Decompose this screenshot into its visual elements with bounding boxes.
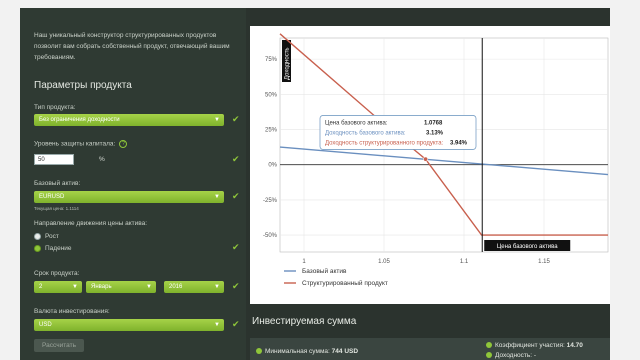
dropdown-arrow-icon: ▼ (72, 284, 78, 290)
term-label: Срок продукта: (34, 270, 80, 277)
currency-label: Валюта инвестирования: (34, 308, 110, 315)
radio-down[interactable]: Падение (34, 245, 72, 252)
y-axis-label: Доходность (285, 47, 291, 80)
protection-input[interactable]: 50 (34, 154, 74, 165)
y-tick-label: 50% (265, 92, 278, 98)
intro-text: Наш уникальный конструктор структурирова… (34, 32, 230, 61)
product-parameters-sidebar: Наш уникальный конструктор структурирова… (20, 8, 246, 360)
min-sum: Минимальная сумма: 744 USD (256, 348, 358, 355)
currency-select[interactable]: USD ▼ (34, 319, 224, 331)
y-tick-label: 25% (265, 128, 278, 134)
y-axis-label-box: Доходность (282, 40, 291, 82)
investment-title: Инвестируемая сумма (252, 316, 357, 327)
help-icon[interactable]: ? (119, 140, 128, 148)
radio-selected-icon (34, 245, 41, 252)
check-icon: ✔ (232, 319, 240, 329)
y-tick-label: -25% (263, 198, 278, 204)
check-icon: ✔ (232, 242, 240, 252)
dropdown-arrow-icon: ▼ (214, 194, 220, 200)
section-title: Параметры продукта (34, 80, 132, 91)
protection-label: Уровень защиты капитала:? (34, 140, 128, 148)
participation-coef: Коэффициент участия: 14.70 (486, 342, 583, 349)
term-year-select[interactable]: 2016 ▼ (164, 281, 224, 293)
dropdown-arrow-icon: ▼ (214, 284, 220, 290)
tooltip-asset-yield-label: Доходность базового актива: (325, 130, 406, 136)
asset-select[interactable]: EURUSD ▼ (34, 191, 224, 203)
tooltip-price-label: Цена базового актива: (325, 120, 388, 126)
term-month-select[interactable]: Январь ▼ (86, 281, 156, 293)
product-type-label: Тип продукта: (34, 104, 76, 111)
y-tick-label: 75% (265, 57, 278, 63)
app-frame: Наш уникальный конструктор структурирова… (20, 8, 610, 360)
check-icon: ✔ (232, 154, 240, 164)
payoff-chart: 75% 50% 25% 0% -25% -50% 1 1.05 1.1 1.15 Доходност… (263, 33, 609, 287)
dropdown-arrow-icon: ▼ (214, 117, 220, 123)
dropdown-arrow-icon: ▼ (214, 322, 220, 328)
radio-up[interactable]: Рост (34, 233, 59, 240)
x-tick-label: 1.05 (378, 259, 390, 265)
x-tick-label: 1 (302, 259, 306, 265)
legend-label: Базовый актив (302, 267, 347, 275)
y-tick-label: 0% (268, 163, 277, 169)
x-tick-label: 1.15 (538, 259, 550, 265)
x-tick-label: 1.1 (460, 259, 469, 265)
tooltip-product-yield-label: Доходность структурированного продукта: (325, 140, 444, 146)
marker-label: Цена базового актива (497, 244, 558, 250)
bullet-icon (256, 348, 262, 355)
check-icon: ✔ (232, 191, 240, 201)
radio-icon (34, 233, 41, 240)
asset-label: Базовый актив: (34, 180, 81, 187)
hover-point (423, 156, 429, 162)
percent-unit: % (99, 156, 105, 163)
chart-tooltip: Цена базового актива: 1.0768 Доходность ба… (319, 115, 477, 150)
direction-label: Направление движения цены актива: (34, 220, 148, 227)
investment-panel: Инвестируемая сумма Минимальная сумма: 7… (250, 314, 610, 360)
check-icon: ✔ (232, 114, 240, 124)
term-number-select[interactable]: 2 ▼ (34, 281, 82, 293)
current-price: Текущая цена: 1.1114 (34, 206, 79, 211)
legend-label: Структурированный продукт (302, 279, 388, 287)
tooltip-product-yield-value: 3.94% (450, 140, 468, 146)
y-tick-label: -50% (263, 233, 278, 239)
tooltip-asset-yield-value: 3.13% (426, 130, 444, 136)
investment-summary: Минимальная сумма: 744 USD Коэффициент у… (250, 338, 610, 360)
payoff-chart-panel: 75% 50% 25% 0% -25% -50% 1 1.05 1.1 1.15 Доходност… (250, 26, 610, 304)
calculate-button[interactable]: Рассчитать (34, 339, 84, 352)
bullet-icon (486, 352, 492, 359)
bullet-icon (486, 342, 492, 349)
dropdown-arrow-icon: ▼ (146, 284, 152, 290)
yield: Доходность: - (486, 352, 536, 359)
check-icon: ✔ (232, 281, 240, 291)
tooltip-price-value: 1.0768 (424, 120, 443, 126)
product-type-select[interactable]: Без ограничения доходности ▼ (34, 114, 224, 126)
